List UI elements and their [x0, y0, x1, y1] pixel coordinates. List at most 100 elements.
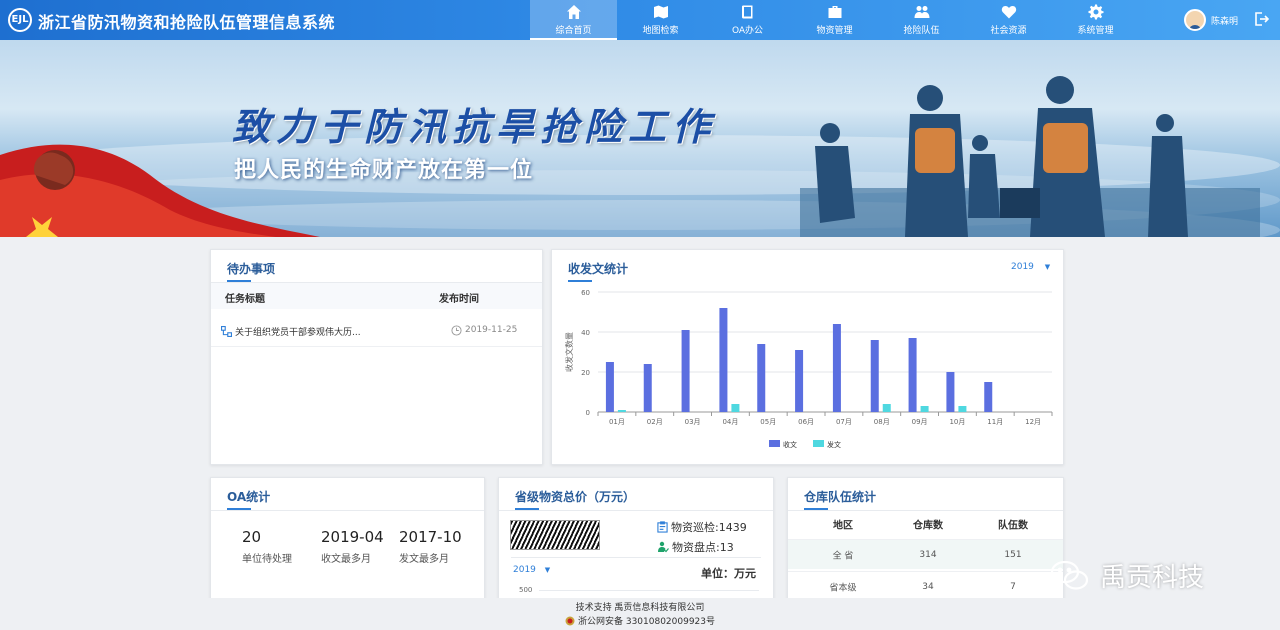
table-row[interactable]: 全 省 314 151: [788, 539, 1063, 569]
oa-stat-sent-month[interactable]: 2017-10 发文最多月: [399, 528, 462, 565]
nav-system-admin[interactable]: 系统管理: [1052, 0, 1139, 40]
inventory-label: 物资盘点:: [672, 541, 720, 554]
main-nav: 综合首页 地图检索 OA办公 物资管理 抢险队伍 社会资源 系统管理: [530, 0, 1139, 40]
bar-received: [908, 338, 917, 412]
legend-swatch: [769, 440, 780, 447]
page-footer: 技术支持 禹贡信息科技有限公司 浙公网安备 33010802009923号: [0, 598, 1280, 630]
nav-label: 地图检索: [642, 26, 679, 36]
bar-sent: [731, 404, 740, 412]
x-tick-label: 07月: [836, 418, 852, 426]
x-tick-label: 05月: [760, 418, 776, 426]
nav-label: 综合首页: [555, 26, 592, 36]
footer-support: 技术支持 禹贡信息科技有限公司: [575, 603, 705, 613]
column-header-warehouses: 仓库数: [913, 520, 943, 532]
stat-label: 发文最多月: [399, 554, 449, 565]
nav-rescue-team[interactable]: 抢险队伍: [878, 0, 965, 40]
nav-materials[interactable]: 物资管理: [791, 0, 878, 40]
stat-label: 收文最多月: [321, 554, 371, 565]
warehouse-table-header: 地区 仓库数 队伍数: [788, 511, 1063, 537]
rescue-workers-photo: [800, 76, 1260, 237]
y-tick-label: 0: [586, 409, 590, 417]
y-axis-label: 收发文数量: [564, 332, 574, 372]
materials-year-dropdown[interactable]: 2019 ▼: [513, 565, 550, 575]
bar-received: [946, 372, 955, 412]
legend-label: 发文: [827, 440, 841, 449]
unit-label: 单位：万元: [701, 567, 756, 580]
bar-received: [984, 382, 993, 412]
inspect-stat: 物资巡检: 1439: [657, 519, 747, 535]
banner-subtitle: 把人民的生命财产放在第一位: [234, 158, 534, 183]
todo-table-header: 任务标题 发布时间: [211, 283, 542, 309]
bar-received: [870, 340, 879, 412]
inventory-stat: 物资盘点: 13: [657, 539, 734, 555]
nav-home[interactable]: 综合首页: [530, 0, 617, 40]
x-tick-label: 01月: [609, 418, 625, 426]
task-time: 2019-11-25: [465, 325, 518, 335]
hero-banner: 致力于防汛抗旱抢险工作 把人民的生命财产放在第一位: [0, 40, 1280, 237]
bar-received: [681, 330, 690, 412]
x-tick-label: 11月: [987, 418, 1003, 426]
doc-stats-chart: 0 20 40 60 收发文数量 01月 02月 03月 04月 05月 06月 07月 08月 09月 1…: [564, 289, 1053, 449]
materials-value-panel: 省级物资总价（万元） 物资巡检: 1439 物资盘点: 13 2019 ▼ 单位…: [498, 477, 774, 607]
legend-swatch: [813, 440, 824, 447]
team-count-cell: 151: [1004, 549, 1022, 560]
bar-received: [719, 308, 728, 412]
divider: [211, 510, 484, 511]
warehouse-count-cell: 34: [922, 581, 934, 592]
bar-received: [795, 350, 804, 412]
system-logo: EJL: [8, 8, 32, 32]
map-icon: [653, 5, 668, 19]
home-icon: [566, 5, 581, 19]
logout-icon[interactable]: [1253, 11, 1269, 27]
people-check-icon: [658, 541, 669, 553]
x-tick-label: 12月: [1025, 418, 1041, 426]
watermark-text: 禹贡科技: [1100, 563, 1205, 593]
nav-oa-office[interactable]: OA办公: [704, 0, 791, 40]
briefcase-icon: [828, 6, 841, 18]
stat-label: 单位待处理: [242, 554, 292, 565]
bar-sent: [958, 406, 967, 412]
nav-map-search[interactable]: 地图检索: [617, 0, 704, 40]
bar-sent: [920, 406, 929, 412]
panel-title: 仓库队伍统计: [804, 490, 877, 510]
stat-value: 2017-10: [399, 528, 462, 546]
panel-title: 待办事项: [227, 262, 276, 282]
grid-line: [539, 590, 759, 591]
captcha-image: [510, 520, 600, 550]
divider: [499, 510, 773, 511]
x-tick-label: 10月: [949, 418, 965, 426]
nav-social-resources[interactable]: 社会资源: [965, 0, 1052, 40]
avatar: [1184, 9, 1206, 31]
table-row[interactable]: 关于组织党员干部参观伟大历... 2019-11-25: [211, 315, 542, 347]
task-flow-icon: [221, 326, 232, 337]
team-count-cell: 7: [1010, 581, 1016, 592]
oa-stat-received-month[interactable]: 2019-04 收文最多月: [321, 528, 384, 565]
nav-label: 系统管理: [1077, 26, 1114, 36]
inspect-value: 1439: [718, 520, 747, 534]
column-header-region: 地区: [833, 520, 853, 532]
table-row[interactable]: 省本级 34 7: [788, 571, 1063, 601]
bar-sent: [882, 404, 891, 412]
panel-title: OA统计: [227, 490, 271, 510]
nav-label: OA办公: [731, 26, 764, 36]
user-menu[interactable]: 陈森明: [1184, 9, 1238, 31]
oa-stat-pending[interactable]: 20 单位待处理: [242, 528, 292, 565]
todo-panel: 待办事项 任务标题 发布时间 关于组织党员干部参观伟大历... 2019-11-…: [210, 249, 543, 465]
x-tick-label: 03月: [685, 418, 701, 426]
y-tick-label: 20: [581, 369, 590, 377]
panel-title: 省级物资总价（万元）: [515, 490, 636, 510]
footer-record-text[interactable]: 浙公网安备 33010802009923号: [578, 614, 715, 627]
column-header-title: 任务标题: [225, 294, 265, 305]
top-header: EJL 浙江省防汛物资和抢险队伍管理信息系统 综合首页 地图检索 OA办公 物资…: [0, 0, 1280, 40]
police-badge-icon: [565, 616, 575, 625]
banner-title: 致力于防汛抗旱抢险工作: [232, 104, 717, 149]
task-title[interactable]: 关于组织党员干部参观伟大历...: [235, 325, 361, 338]
nav-label: 抢险队伍: [903, 26, 940, 36]
bar-received: [643, 364, 652, 412]
x-tick-label: 02月: [647, 418, 663, 426]
inspect-label: 物资巡检:: [671, 521, 719, 534]
bar-received: [605, 362, 614, 412]
user-name: 陈森明: [1211, 16, 1239, 27]
bar-received: [832, 324, 841, 412]
book-icon: [741, 5, 752, 19]
